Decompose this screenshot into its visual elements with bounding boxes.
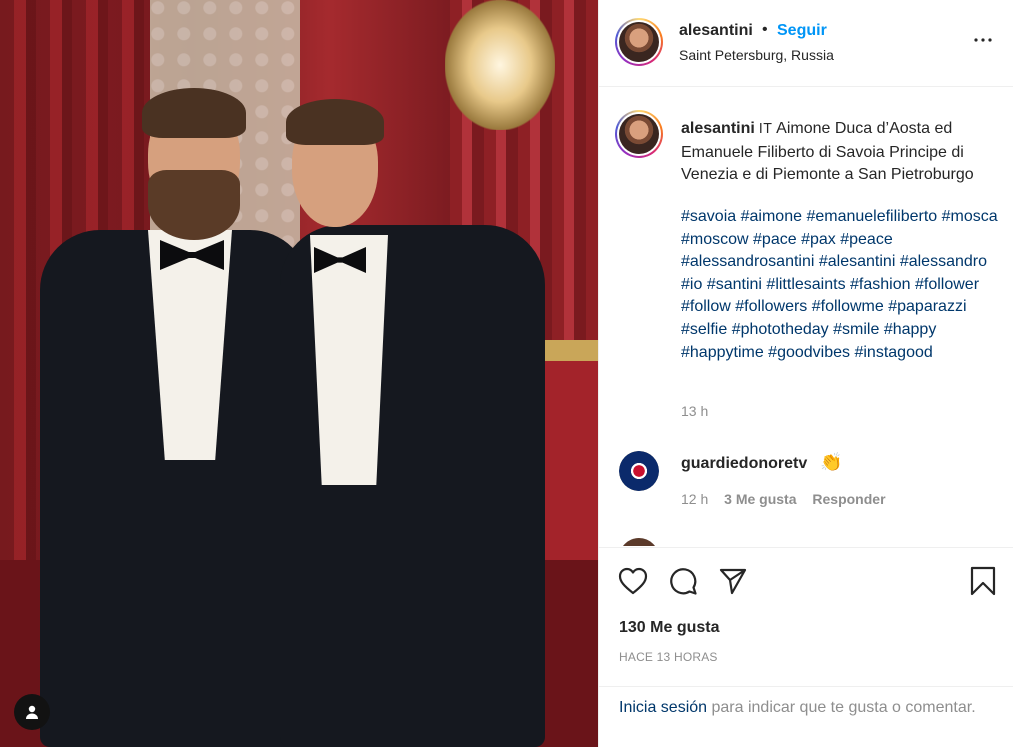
clean-shaven-man <box>280 95 550 747</box>
hashtag-link[interactable]: #goodvibes <box>768 344 850 361</box>
hashtag-link[interactable]: #moscow <box>681 231 749 248</box>
hashtag-link[interactable]: #paparazzi <box>888 298 966 315</box>
hashtag-link[interactable]: #alessandro <box>900 253 987 270</box>
hashtag-link[interactable]: #smile <box>833 321 879 338</box>
reply-button[interactable]: Responder <box>812 491 885 507</box>
post-header: alesantini • Seguir Saint Petersburg, Ru… <box>599 0 1013 87</box>
hashtag-link[interactable]: #pax <box>801 231 836 248</box>
comment-timestamp[interactable]: 12 h <box>681 491 708 507</box>
hashtag-link[interactable]: #alesantini <box>819 253 896 270</box>
comment-likes[interactable]: 3 Me gusta <box>724 491 796 507</box>
hashtag-link[interactable]: #followme <box>812 298 884 315</box>
caption-text: alesantini IT Aimone Duca d’Aosta ed Eman… <box>681 118 1001 187</box>
hashtag-link[interactable]: #selfie <box>681 321 727 338</box>
hashtag-link[interactable]: #fashion <box>850 276 911 293</box>
comment-item: guardiedonoretv 👏 12 h 3 Me gusta Respon… <box>599 443 1013 513</box>
login-prompt: Inicia sesión para indicar que te gusta … <box>599 686 1013 747</box>
hashtag-link[interactable]: #instagood <box>854 344 932 361</box>
hashtag-list: #savoia #aimone #emanuelefiliberto #mosc… <box>681 206 1006 364</box>
hashtag-link[interactable]: #peace <box>840 231 893 248</box>
hashtag-link[interactable]: #phototheday <box>732 321 829 338</box>
like-count[interactable]: 130 Me gusta <box>619 619 719 637</box>
next-comment-avatar <box>619 538 659 546</box>
like-button[interactable] <box>616 564 650 598</box>
author-avatar[interactable] <box>615 18 663 66</box>
hashtag-link[interactable]: #mosca <box>942 208 998 225</box>
bookmark-icon <box>970 566 996 596</box>
author-username[interactable]: alesantini <box>679 22 753 40</box>
hashtag-link[interactable]: #alessandrosantini <box>681 253 814 270</box>
hashtag-link[interactable]: #followers <box>735 298 807 315</box>
hashtag-link[interactable]: #pace <box>753 231 797 248</box>
share-button[interactable] <box>716 564 750 598</box>
follow-button[interactable]: Seguir <box>777 22 827 40</box>
hashtag-link[interactable]: #santini <box>707 276 762 293</box>
post-photo[interactable] <box>0 0 598 747</box>
comment-meta: 12 h 3 Me gusta Responder <box>681 491 898 507</box>
hashtag-link[interactable]: #follow <box>681 298 731 315</box>
hashtag-link[interactable]: #savoia <box>681 208 736 225</box>
caption-timestamp[interactable]: 13 h <box>681 403 708 419</box>
hashtag-link[interactable]: #follower <box>915 276 979 293</box>
caption-username[interactable]: alesantini <box>681 120 755 137</box>
hashtag-link[interactable]: #emanuelefiliberto <box>806 208 937 225</box>
comment-icon <box>670 568 697 595</box>
login-prompt-text: Inicia sesión para indicar que te gusta … <box>619 697 999 719</box>
heart-icon <box>618 567 648 595</box>
clap-emoji: 👏 <box>820 452 843 473</box>
hashtag-link[interactable]: #io <box>681 276 702 293</box>
separator-dot: • <box>762 21 768 38</box>
user-tags-button[interactable] <box>14 694 50 730</box>
italy-flag: IT <box>758 122 773 137</box>
hashtag-link[interactable]: #happy <box>884 321 937 338</box>
comment-button[interactable] <box>666 564 700 598</box>
login-link[interactable]: Inicia sesión <box>619 699 707 716</box>
send-icon <box>719 568 747 595</box>
save-button[interactable] <box>966 564 1000 598</box>
post-sidebar: alesantini • Seguir Saint Petersburg, Ru… <box>598 0 1013 747</box>
hashtag-link[interactable]: #aimone <box>741 208 802 225</box>
bearded-man <box>30 80 320 747</box>
more-horizontal-icon <box>974 38 992 42</box>
hashtag-link[interactable]: #littlesaints <box>766 276 845 293</box>
user-icon <box>26 705 38 719</box>
commenter-avatar[interactable] <box>619 451 659 491</box>
caption-author-avatar[interactable] <box>615 110 663 158</box>
post-location[interactable]: Saint Petersburg, Russia <box>679 47 834 63</box>
hashtag-link[interactable]: #happytime <box>681 344 764 361</box>
login-prompt-rest: para indicar que te gusta o comentar. <box>707 699 976 716</box>
more-options-button[interactable] <box>971 28 995 52</box>
post-age[interactable]: HACE 13 HORAS <box>619 650 718 664</box>
comments-panel[interactable]: alesantini IT Aimone Duca d’Aosta ed Eman… <box>599 88 1013 546</box>
commenter-username[interactable]: guardiedonoretv <box>681 455 807 473</box>
action-bar: 130 Me gusta HACE 13 HORAS <box>599 547 1013 687</box>
